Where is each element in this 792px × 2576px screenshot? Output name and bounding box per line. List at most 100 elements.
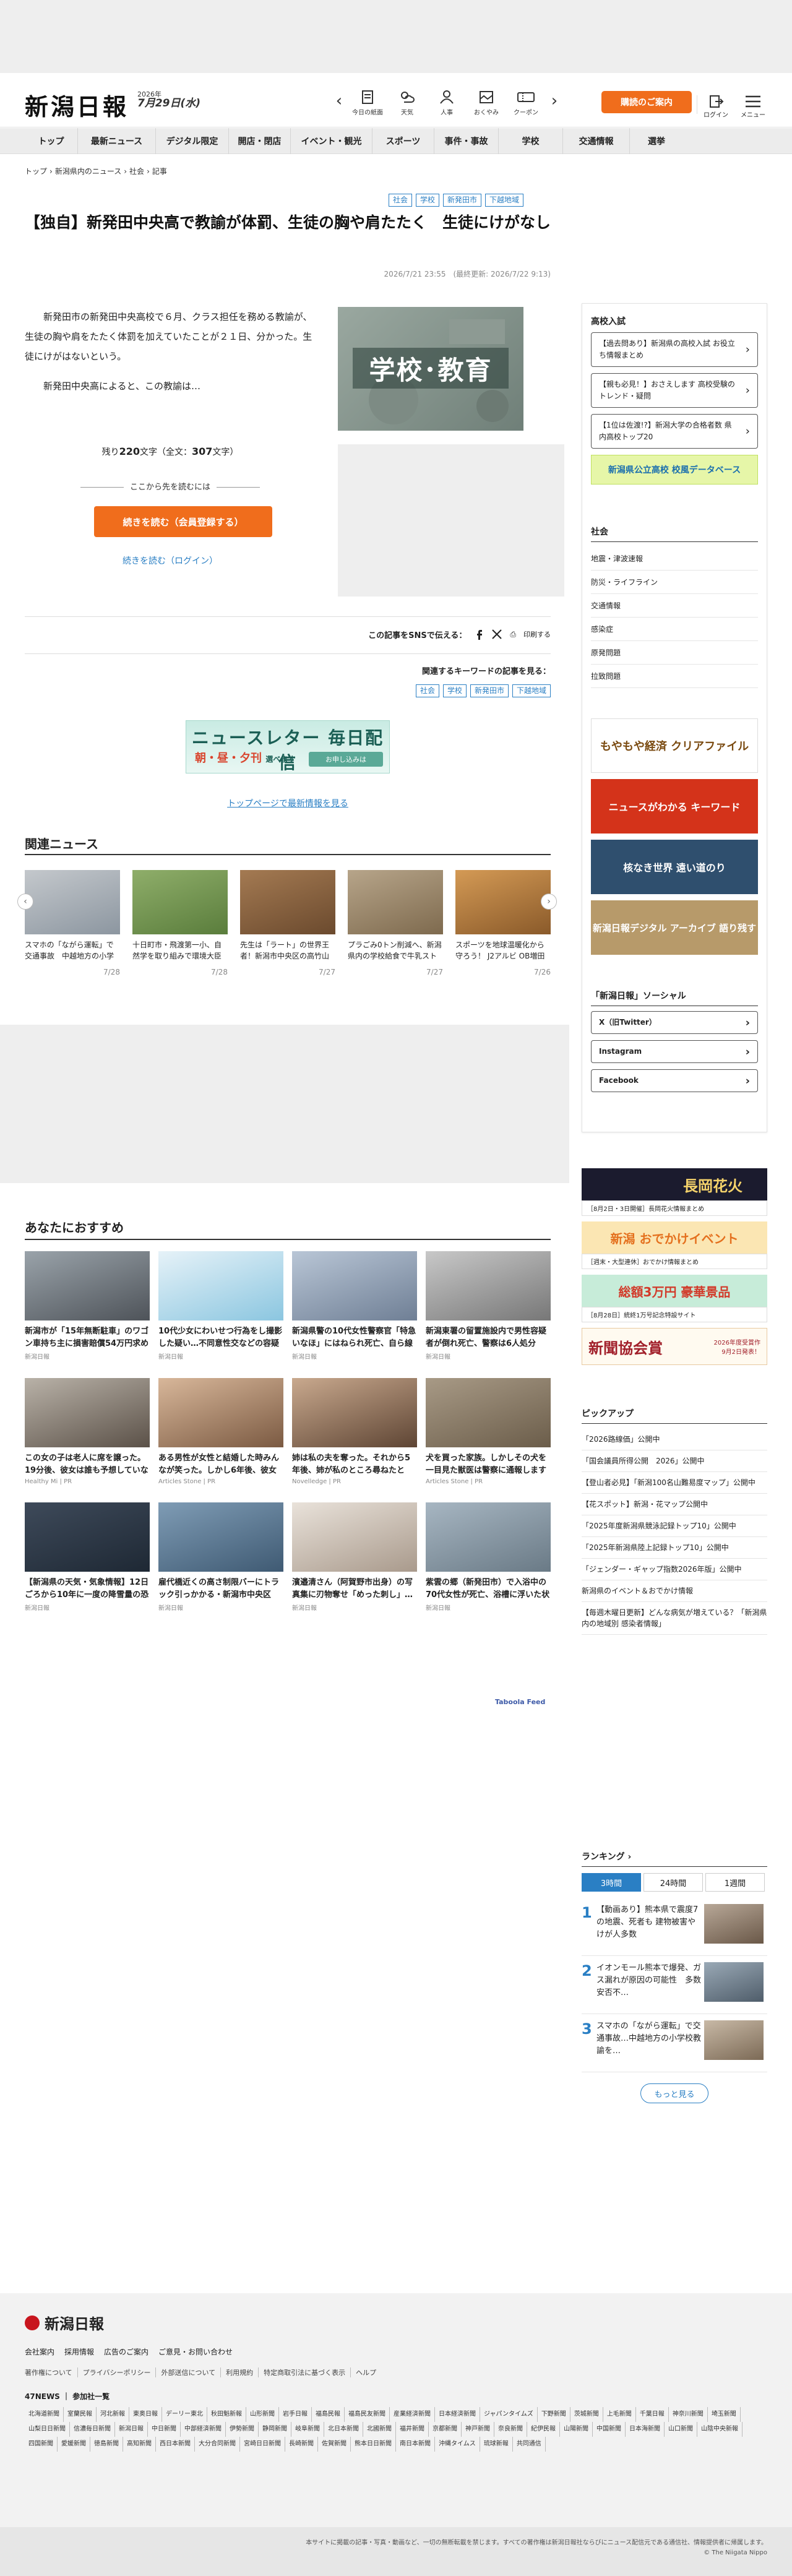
partner-link[interactable]: 伊勢新聞 [226, 2422, 259, 2437]
partner-link[interactable]: 高知新聞 [123, 2437, 156, 2452]
related-news-card[interactable]: スポーツを地球温暖化から守ろう！ J2アルビ OB増田退人さん… 7/26 [455, 870, 551, 994]
gnav-item[interactable]: 最新ニュース [78, 128, 156, 154]
recommend-card[interactable]: 10代少女にわいせつ行為をし撮影した疑い…不同意性交などの容疑で新潟市立… 新潟日… [158, 1251, 283, 1361]
recommend-card[interactable]: 紫雲の郷（新発田市）で入浴中の70代女性が死亡、浴槽に浮いた状態で見つか… 新潟日… [426, 1502, 551, 1612]
partner-link[interactable]: 長崎新聞 [285, 2437, 318, 2452]
ranking-tab-3h[interactable]: 3時間 [582, 1873, 641, 1892]
footer-link-contact[interactable]: ご意見・お問い合わせ [158, 2346, 233, 2357]
promo-prize[interactable]: 総額3万円 豪華景品 ［8月28日］統終1万号記念特設サイト [582, 1275, 767, 1324]
social-facebook-button[interactable]: Facebook [591, 1069, 758, 1092]
society-link[interactable]: 原発問題 [591, 641, 758, 665]
gnav-item[interactable]: 事件・事故 [434, 128, 499, 154]
header-nav-weather[interactable]: 天気 [387, 85, 427, 116]
header-nav-condolence[interactable]: おくやみ [467, 85, 506, 116]
pickup-item[interactable]: 新潟県のイベント＆おでかけ情報 [582, 1580, 767, 1602]
partner-link[interactable]: 京都新聞 [429, 2422, 462, 2437]
gnav-item[interactable]: スポーツ [372, 128, 434, 154]
archive-banner[interactable]: 新潟日報デジタル アーカイブ 語り残す [591, 900, 758, 955]
school-button-2[interactable]: 【親も必見！】おさえします 高校受験のトレンド・疑問 [591, 373, 758, 408]
partner-link[interactable]: 琉球新報 [480, 2437, 513, 2452]
breadcrumb-local[interactable]: 新潟県内のニュース [55, 167, 121, 176]
partner-link[interactable]: 東奥日報 [129, 2407, 162, 2422]
partner-link[interactable]: 中部経済新聞 [181, 2422, 226, 2437]
social-x-button[interactable]: X（旧Twitter） [591, 1011, 758, 1034]
recommend-card[interactable]: 新潟市が「15年無断駐車」のワゴン車持ち主に損害賠償54万円求め提訴、撤去… 新潟… [25, 1251, 150, 1361]
partner-link[interactable]: 産業経済新聞 [390, 2407, 435, 2422]
partner-link[interactable]: 奈良新聞 [494, 2422, 527, 2437]
recommend-card[interactable]: この女の子は老人に席を譲った。19分後、彼女は誰も予想していなかったこと… Hea… [25, 1378, 150, 1485]
header-nav-paper[interactable]: 今日の紙面 [348, 85, 387, 116]
partner-link[interactable]: 山口新聞 [665, 2422, 697, 2437]
chevron-right-icon[interactable]: › [546, 85, 563, 116]
society-link[interactable]: 感染症 [591, 618, 758, 641]
breadcrumb-society[interactable]: 社会 [129, 167, 144, 176]
tag-society[interactable]: 社会 [389, 194, 413, 207]
partner-link[interactable]: 下野新聞 [538, 2407, 570, 2422]
keyword-tag-kaetsu[interactable]: 下越地域 [512, 684, 551, 697]
partner-link[interactable]: 日本経済新聞 [435, 2407, 480, 2422]
recommend-card[interactable]: 犬を買った家族。しかしその犬を一目見た獣医は警察に通報します Articles S… [426, 1378, 551, 1485]
partner-link[interactable]: 日本海新聞 [626, 2422, 665, 2437]
school-button-1[interactable]: 【過去問あり】新潟県の高校入試 お役立ち情報まとめ [591, 332, 758, 367]
social-instagram-button[interactable]: Instagram [591, 1040, 758, 1063]
society-link[interactable]: 防災・ライフライン [591, 571, 758, 594]
economy-banner[interactable]: もやもや経済 クリアファイル [591, 718, 758, 773]
partner-link[interactable]: 上毛新聞 [603, 2407, 636, 2422]
footer-link-help[interactable]: ヘルプ [351, 2367, 381, 2377]
recommend-card[interactable]: 濱邉清さん（阿賀野市出身）の写真集に刃物奪せ「めった刺し」…インス… 新潟日報 [292, 1502, 417, 1612]
partner-link[interactable]: 新潟日報 [115, 2422, 148, 2437]
ranking-more-button[interactable]: もっと見る [640, 2083, 708, 2103]
keyword-banner[interactable]: ニュースがわかる キーワード [591, 779, 758, 834]
footer-logo[interactable]: 新潟日報 [25, 2312, 104, 2333]
recommend-card[interactable]: 新潟東署の留置施設内で男性容疑者が倒れ死亡、警察は6人処分 監視態勢など問題… 新… [426, 1251, 551, 1361]
read-more-register-button[interactable]: 続きを読む（会員登録する） [94, 506, 272, 537]
related-news-card[interactable]: スマホの「ながら運転」で交通事故 中越地方の小学校教諭を減給… 7/28 [25, 870, 120, 994]
footer-link-privacy[interactable]: プライバシーポリシー [78, 2367, 157, 2377]
gnav-item[interactable]: トップ [25, 128, 78, 154]
recommend-card[interactable]: 【新潟県の天気・気象情報】12日ごろから10年に一度の降雪量の恐れ、気象… 新潟日… [25, 1502, 150, 1612]
partner-link[interactable]: 神戸新聞 [462, 2422, 494, 2437]
partner-link[interactable]: 愛媛新聞 [58, 2437, 90, 2452]
pickup-item[interactable]: 「2025年度新潟県競泳記録トップ10」公開中 [582, 1515, 767, 1537]
keyword-tag-school[interactable]: 学校 [442, 684, 467, 697]
footer-link-copyright[interactable]: 著作権について [25, 2367, 78, 2377]
x-twitter-icon[interactable] [491, 629, 502, 640]
gnav-item[interactable]: デジタル限定 [156, 128, 229, 154]
partner-link[interactable]: 佐賀新聞 [318, 2437, 351, 2452]
subscribe-button[interactable]: 購読のご案内 [601, 91, 692, 113]
partner-link[interactable]: 北海道新聞 [25, 2407, 64, 2422]
partner-link[interactable]: 茨城新聞 [570, 2407, 603, 2422]
society-link[interactable]: 地震・津波速報 [591, 547, 758, 571]
partner-link[interactable]: 埼玉新聞 [708, 2407, 741, 2422]
partner-link[interactable]: 静岡新聞 [259, 2422, 291, 2437]
partner-link[interactable]: 沖縄タイムス [435, 2437, 480, 2452]
promo-odekake[interactable]: 新潟 おでかけイベント ［週末・大型連休］おでかけ情報まとめ [582, 1221, 767, 1271]
tag-school[interactable]: 学校 [416, 194, 440, 207]
pickup-item[interactable]: 【毎週木曜日更新】どんな病気が増えている？「新潟県内の地域別 感染者情報」 [582, 1602, 767, 1635]
ranking-item[interactable]: 2 イオンモール熊本で爆発、ガス漏れが原因の可能性 多数安否不… [582, 1956, 767, 2014]
partner-link[interactable]: 中国新聞 [593, 2422, 626, 2437]
header-nav-people[interactable]: 人事 [427, 85, 467, 116]
ranking-item[interactable]: 3 スマホの「ながら運転」で交通事故…中越地方の小学校教諭を… [582, 2014, 767, 2072]
footer-link-terms[interactable]: 利用規約 [221, 2367, 259, 2377]
promo-award[interactable]: 新聞協会賞 2026年度受賞作 9月2日発表！ [582, 1328, 767, 1365]
to-top-link[interactable]: トップページで最新情報を見る [25, 797, 551, 809]
gnav-item[interactable]: 学校 [499, 128, 563, 154]
related-news-card[interactable]: 十日町市・飛渡第一小、自然学を取り組みで環境大臣表彰！サクラ… 7/28 [132, 870, 228, 994]
ranking-tab-1w[interactable]: 1週間 [705, 1873, 765, 1892]
related-news-card[interactable]: 先生は「ラート」の世界王者！新潟市中央区の高竹山小・後藤優一… 7/27 [240, 870, 335, 994]
pickup-item[interactable]: 「ジェンダー・ギャップ指数2026年版」公開中 [582, 1559, 767, 1580]
partner-link[interactable]: 中日新聞 [148, 2422, 181, 2437]
gnav-item[interactable]: 交通情報 [563, 128, 630, 154]
school-button-3[interactable]: 【1位は佐渡!?】新潟大学の合格者数 県内高校トップ20 [591, 414, 758, 449]
pickup-item[interactable]: 「2025年新潟県陸上記録トップ10」公開中 [582, 1537, 767, 1559]
recommend-card[interactable]: ある男性が女性と結婚した時みんなが笑った。しかし6年後、彼女が変身した… Arti… [158, 1378, 283, 1485]
facebook-icon[interactable] [474, 629, 484, 640]
pickup-item[interactable]: 「国会議員所得公開 2026」公開中 [582, 1450, 767, 1472]
partner-link[interactable]: デーリー東北 [162, 2407, 207, 2422]
tag-shibata[interactable]: 新発田市 [443, 194, 482, 207]
footer-link-ads[interactable]: 広告のご案内 [104, 2346, 148, 2357]
partner-link[interactable]: 福島民友新聞 [345, 2407, 390, 2422]
recommend-card[interactable]: 姉は私の夫を奪った。それから5年後、姉が私のところ尋ねたとき、私は青ざめ… Nov… [292, 1378, 417, 1485]
keyword-tag-society[interactable]: 社会 [415, 684, 439, 697]
